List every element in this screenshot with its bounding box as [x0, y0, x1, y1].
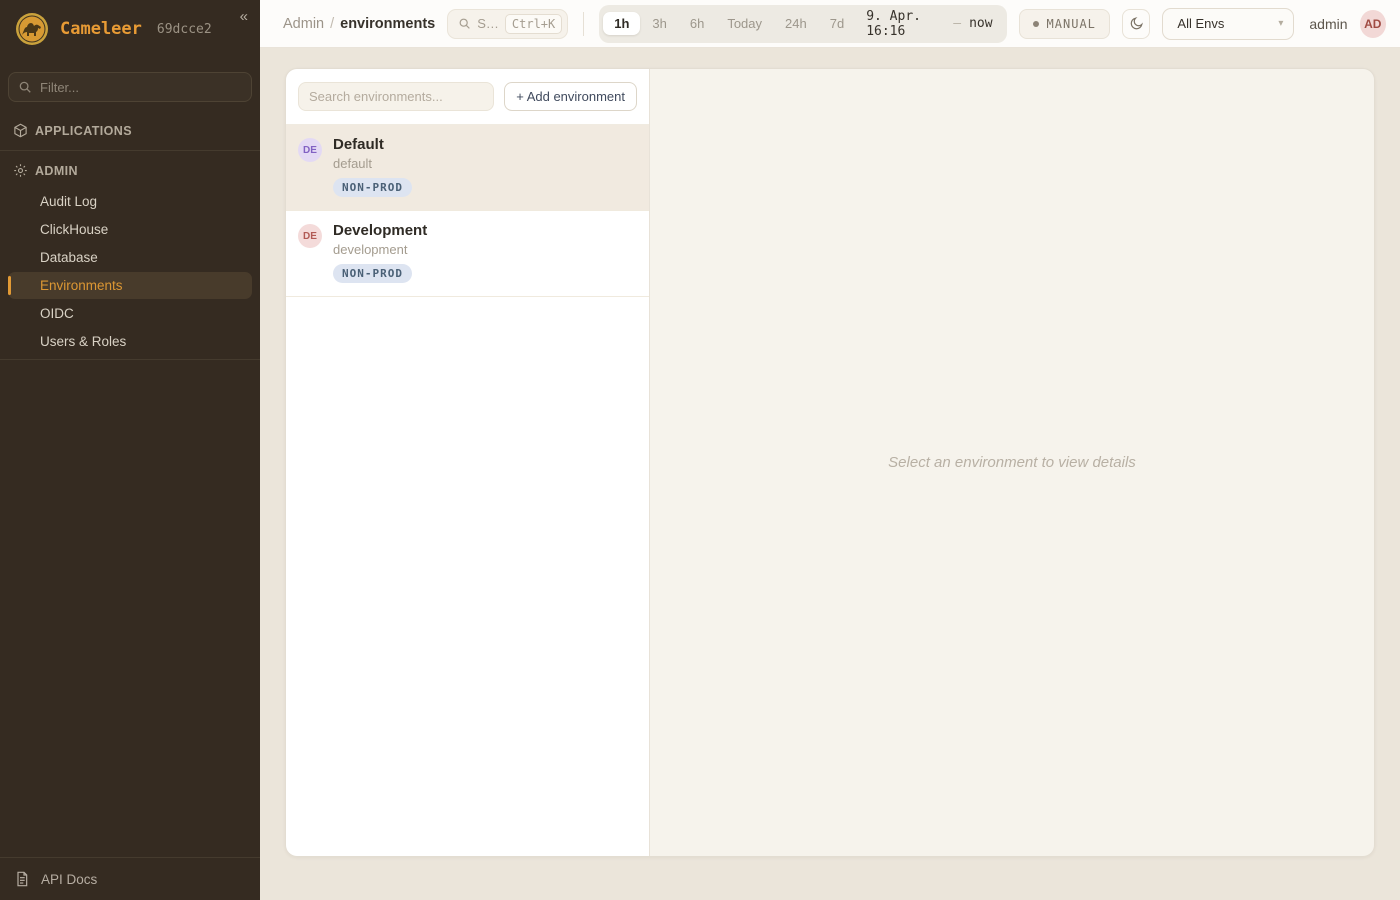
environment-row-development[interactable]: DE Development development NON-PROD	[286, 211, 649, 297]
time-range-6h[interactable]: 6h	[679, 12, 715, 35]
user-name: admin	[1309, 16, 1347, 32]
global-search-text: S…	[477, 16, 499, 31]
add-environment-button[interactable]: + Add environment	[504, 82, 637, 111]
environment-detail-pane: Select an environment to view details	[650, 69, 1374, 856]
api-docs-link[interactable]: API Docs	[0, 857, 260, 900]
empty-state-message: Select an environment to view details	[888, 454, 1136, 471]
breadcrumb-current: environments	[340, 16, 435, 32]
breadcrumb-separator: /	[330, 16, 334, 32]
moon-icon	[1129, 16, 1144, 31]
environment-row-default[interactable]: DE Default default NON-PROD	[286, 125, 649, 211]
search-icon	[18, 80, 32, 94]
breadcrumb-parent[interactable]: Admin	[283, 16, 324, 32]
sidebar-divider	[0, 359, 260, 360]
sidebar-divider	[0, 150, 260, 151]
environment-info: Development development NON-PROD	[333, 222, 427, 283]
cameleer-logo-icon	[14, 11, 50, 47]
sidebar-collapse-icon[interactable]: «	[240, 8, 248, 25]
environment-avatar: DE	[298, 224, 322, 248]
environments-list-header: + Add environment	[286, 69, 649, 125]
search-icon	[458, 17, 471, 30]
sidebar-item-clickhouse[interactable]: ClickHouse	[8, 216, 252, 243]
breadcrumb: Admin / environments	[283, 16, 435, 32]
time-from: 9. Apr. 16:16	[866, 9, 945, 39]
refresh-mode-badge[interactable]: MANUAL	[1019, 9, 1110, 39]
environments-list: + Add environment DE Default default NON…	[286, 69, 650, 856]
sidebar: Cameleer 69dcce2 « APPLICATIONS ADMIN Au…	[0, 0, 260, 900]
time-range-display[interactable]: 9. Apr. 16:16 — now	[856, 9, 1002, 39]
document-icon	[14, 871, 30, 887]
environment-slug: default	[333, 156, 412, 171]
sidebar-item-oidc[interactable]: OIDC	[8, 300, 252, 327]
environments-search-input[interactable]	[298, 82, 494, 111]
package-icon	[13, 123, 28, 138]
time-range-selector: 1h 3h 6h Today 24h 7d 9. Apr. 16:16 — no…	[599, 5, 1006, 43]
app-title: Cameleer	[60, 19, 142, 39]
dark-mode-toggle[interactable]	[1122, 9, 1151, 39]
chevron-down-icon: ▾	[1278, 18, 1283, 29]
topbar: Admin / environments S… Ctrl+K 1h 3h 6h …	[260, 0, 1400, 48]
env-filter-select[interactable]: All Envs ▾	[1162, 8, 1294, 40]
time-separator: —	[953, 16, 961, 31]
time-range-3h[interactable]: 3h	[641, 12, 677, 35]
environment-avatar: DE	[298, 138, 322, 162]
sidebar-item-environments[interactable]: Environments	[8, 272, 252, 299]
sidebar-filter-input[interactable]	[8, 72, 252, 102]
api-docs-label: API Docs	[41, 872, 97, 887]
time-range-24h[interactable]: 24h	[774, 12, 818, 35]
environments-panel: + Add environment DE Default default NON…	[285, 68, 1375, 857]
environment-info: Default default NON-PROD	[333, 136, 412, 197]
sidebar-filter	[8, 72, 252, 102]
global-search-button[interactable]: S… Ctrl+K	[447, 9, 568, 39]
search-shortcut: Ctrl+K	[505, 14, 562, 34]
environment-type-badge: NON-PROD	[333, 178, 412, 197]
time-range-today[interactable]: Today	[716, 12, 773, 35]
time-range-1h[interactable]: 1h	[603, 12, 640, 35]
time-range-7d[interactable]: 7d	[819, 12, 855, 35]
sidebar-item-audit-log[interactable]: Audit Log	[8, 188, 252, 215]
content-area: + Add environment DE Default default NON…	[260, 48, 1400, 900]
environment-name: Default	[333, 136, 412, 153]
time-to: now	[969, 16, 992, 31]
environment-slug: development	[333, 242, 427, 257]
topbar-divider	[583, 12, 584, 36]
section-admin[interactable]: ADMIN	[0, 154, 260, 187]
logo-row: Cameleer 69dcce2 «	[0, 0, 260, 56]
admin-nav: Audit Log ClickHouse Database Environmen…	[0, 187, 260, 356]
gear-icon	[13, 163, 28, 178]
main-area: Admin / environments S… Ctrl+K 1h 3h 6h …	[260, 0, 1400, 900]
environment-type-badge: NON-PROD	[333, 264, 412, 283]
status-dot-icon	[1033, 21, 1039, 27]
user-avatar[interactable]: AD	[1360, 10, 1387, 38]
sidebar-item-database[interactable]: Database	[8, 244, 252, 271]
app-version: 69dcce2	[157, 22, 212, 37]
section-admin-label: ADMIN	[35, 164, 78, 178]
sidebar-item-users-roles[interactable]: Users & Roles	[8, 328, 252, 355]
environment-name: Development	[333, 222, 427, 239]
refresh-mode-label: MANUAL	[1047, 17, 1096, 31]
env-filter-value: All Envs	[1177, 16, 1224, 31]
section-applications-label: APPLICATIONS	[35, 124, 132, 138]
section-applications[interactable]: APPLICATIONS	[0, 114, 260, 147]
